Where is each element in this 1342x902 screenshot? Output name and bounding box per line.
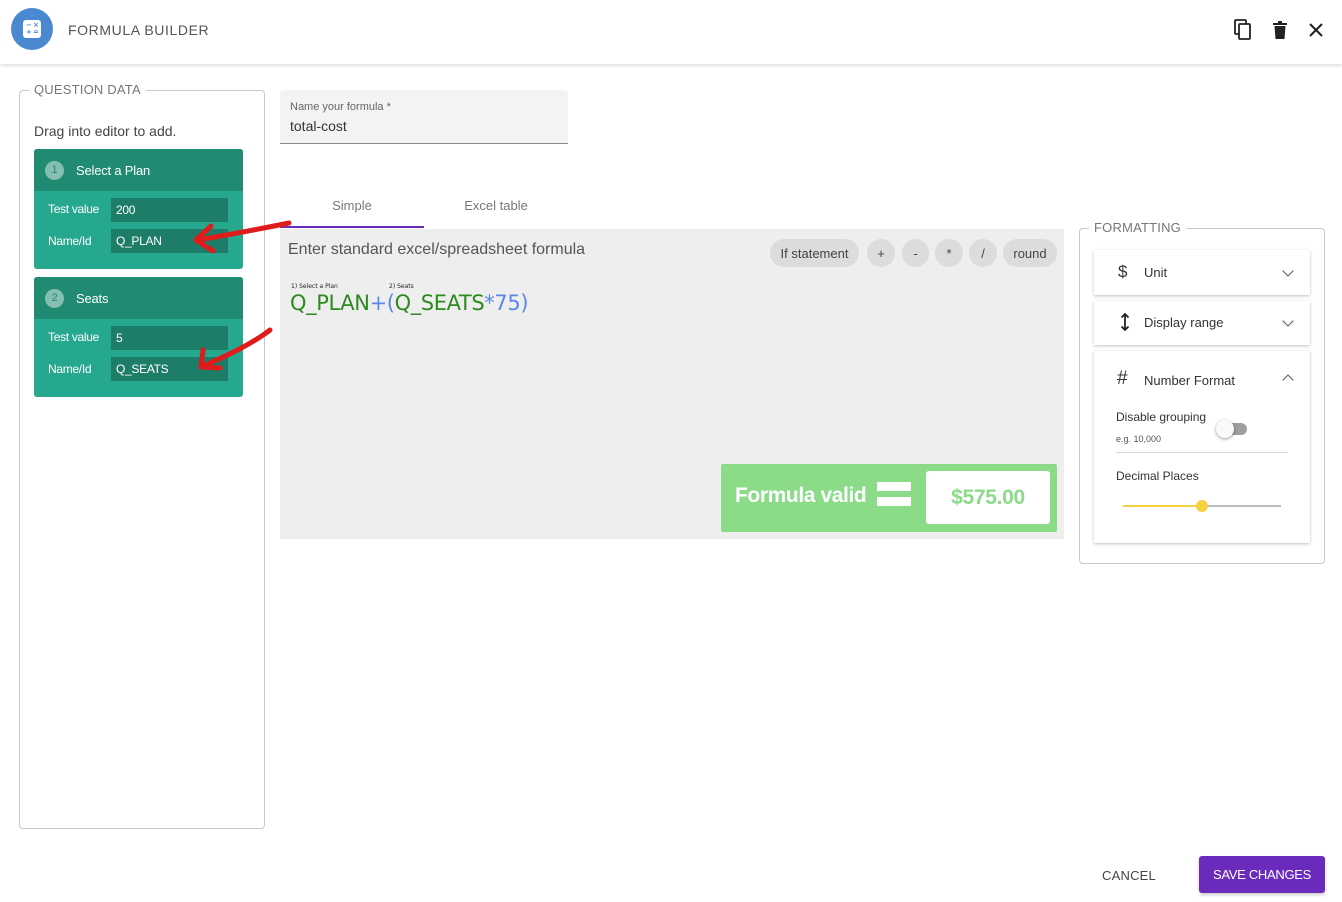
formula-result: $575.00 (926, 471, 1050, 524)
formatting-panel: FORMATTING $ Unit Display range # Number… (1079, 220, 1325, 564)
question-card-seats[interactable]: 2 Seats Test value 5 Name/Id Q_SEATS (34, 277, 243, 397)
disable-grouping-label: Disable grouping (1116, 410, 1207, 424)
test-value-field[interactable]: 200 (111, 198, 228, 222)
formula-name-label: Name your formula * (290, 101, 391, 113)
tab-simple[interactable]: Simple (280, 190, 424, 228)
question-card-header[interactable]: 2 Seats (34, 277, 243, 319)
formula-editor[interactable]: Enter standard excel/spreadsheet formula… (280, 229, 1064, 539)
chevron-down-icon (1282, 265, 1294, 277)
formula-token-label: 1) Select a Plan (291, 283, 338, 290)
format-section-label: Display range (1144, 315, 1224, 330)
formula-token[interactable]: Q_SEATS (395, 291, 485, 315)
chip-multiply[interactable]: * (935, 239, 963, 267)
question-card-header[interactable]: 1 Select a Plan (34, 149, 243, 191)
question-number: 1 (45, 160, 64, 180)
delete-icon[interactable] (1268, 18, 1292, 42)
test-value-label: Test value (48, 202, 100, 216)
format-section-label: Unit (1144, 265, 1168, 280)
test-value-label: Test value (48, 330, 100, 344)
chip-if-statement[interactable]: If statement (770, 239, 859, 267)
formula-status: Formula valid (735, 484, 867, 507)
name-id-field[interactable]: Q_SEATS (111, 357, 228, 381)
chevron-down-icon (1282, 315, 1294, 327)
test-value-field[interactable]: 5 (111, 326, 228, 350)
slider-fill (1123, 505, 1202, 507)
chevron-up-icon[interactable] (1282, 374, 1294, 386)
question-number: 2 (45, 288, 64, 308)
formula-token[interactable]: Q_PLAN (290, 291, 370, 315)
name-id-label: Name/Id (48, 362, 92, 376)
name-id-label: Name/Id (48, 234, 92, 248)
divider (1116, 452, 1288, 453)
formula-name-field[interactable]: Name your formula * total-cost (280, 90, 568, 144)
copy-icon[interactable] (1231, 18, 1255, 42)
cancel-button[interactable]: CANCEL (1094, 860, 1164, 890)
dialog-title: FORMULA BUILDER (68, 22, 210, 38)
question-title: Seats (76, 290, 109, 306)
chip-round[interactable]: round (1003, 239, 1057, 267)
formula-valid-banner: Formula valid $575.00 (721, 464, 1057, 532)
dollar-icon: $ (1118, 262, 1128, 281)
formula-operator: *75) (484, 291, 529, 315)
formula-expression[interactable]: Q_PLAN+(Q_SEATS*75) (290, 291, 529, 315)
vertical-arrows-icon (1120, 312, 1130, 336)
question-card-select-plan[interactable]: 1 Select a Plan Test value 200 Name/Id Q… (34, 149, 243, 269)
format-section-number-format: # Number Format Disable grouping e.g. 10… (1094, 351, 1310, 543)
decimal-places-label: Decimal Places (1116, 469, 1199, 483)
chip-minus[interactable]: - (902, 239, 929, 267)
question-data-legend: QUESTION DATA (29, 82, 146, 97)
save-changes-button[interactable]: SAVE CHANGES (1199, 856, 1325, 893)
formatting-legend: FORMATTING (1089, 220, 1186, 235)
decimal-places-slider[interactable] (1123, 500, 1281, 512)
question-data-panel: QUESTION DATA Drag into editor to add. 1… (19, 82, 265, 829)
disable-grouping-example: e.g. 10,000 (1116, 434, 1162, 444)
slider-thumb[interactable] (1196, 500, 1208, 512)
formula-token-label: 2) Seats (389, 283, 414, 290)
dialog-header: − × + = FORMULA BUILDER (0, 0, 1342, 64)
question-title: Select a Plan (76, 162, 151, 178)
formula-name-value[interactable]: total-cost (290, 118, 347, 134)
chip-plus[interactable]: + (867, 239, 895, 267)
editor-hint: Enter standard excel/spreadsheet formula (288, 241, 586, 258)
tab-excel-table[interactable]: Excel table (424, 190, 568, 228)
calculator-icon: − × + = (11, 8, 53, 50)
formula-operator: +( (369, 291, 395, 315)
hash-icon: # (1117, 368, 1128, 389)
chip-divide[interactable]: / (969, 239, 997, 267)
name-id-field[interactable]: Q_PLAN (111, 229, 228, 253)
close-icon[interactable] (1304, 18, 1328, 42)
format-section-label[interactable]: Number Format (1144, 373, 1235, 388)
format-section-unit[interactable]: $ Unit (1094, 250, 1310, 295)
format-section-display-range[interactable]: Display range (1094, 301, 1310, 345)
question-data-hint: Drag into editor to add. (34, 123, 177, 139)
